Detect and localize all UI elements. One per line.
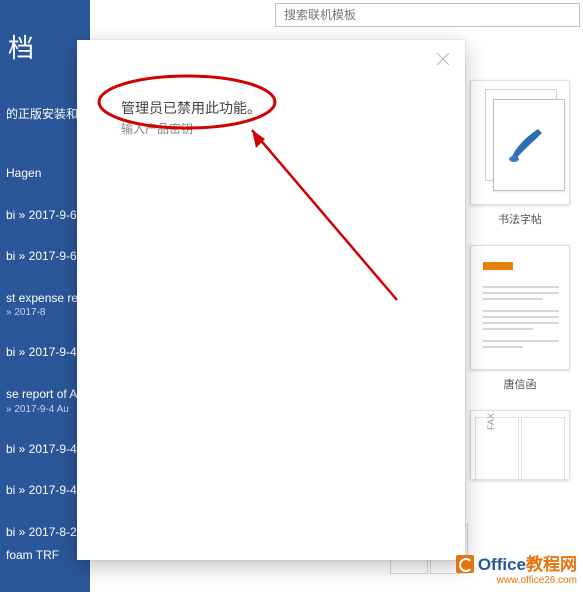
template-thumbnail	[470, 245, 570, 370]
close-icon	[436, 52, 450, 66]
brush-icon	[506, 121, 550, 165]
close-button[interactable]	[435, 52, 451, 68]
templates-column: 书法字帖 唐信函 FAX	[465, 80, 575, 490]
template-card-fax[interactable]: FAX	[470, 410, 570, 480]
template-label: 唐信函	[470, 376, 570, 392]
template-thumbnail	[470, 80, 570, 205]
watermark-logo-icon	[456, 555, 474, 573]
watermark-brand-suffix: 教程网	[526, 555, 577, 574]
activation-dialog: 管理员已禁用此功能。 输入产品密钥	[77, 40, 465, 560]
template-label: 书法字帖	[470, 211, 570, 227]
template-card-calligraphy[interactable]: 书法字帖	[470, 80, 570, 227]
template-thumbnail: FAX	[470, 410, 570, 480]
template-card-letter[interactable]: 唐信函	[470, 245, 570, 392]
dialog-subtext: 输入产品密钥	[121, 120, 193, 137]
watermark-url: www.office26.com	[456, 575, 577, 586]
watermark-brand-prefix: Office	[478, 555, 526, 574]
template-search-input[interactable]	[275, 3, 580, 27]
watermark: Office教程网 www.office26.com	[456, 550, 577, 586]
fax-label: FAX	[486, 413, 496, 430]
dialog-message: 管理员已禁用此功能。	[121, 98, 261, 118]
